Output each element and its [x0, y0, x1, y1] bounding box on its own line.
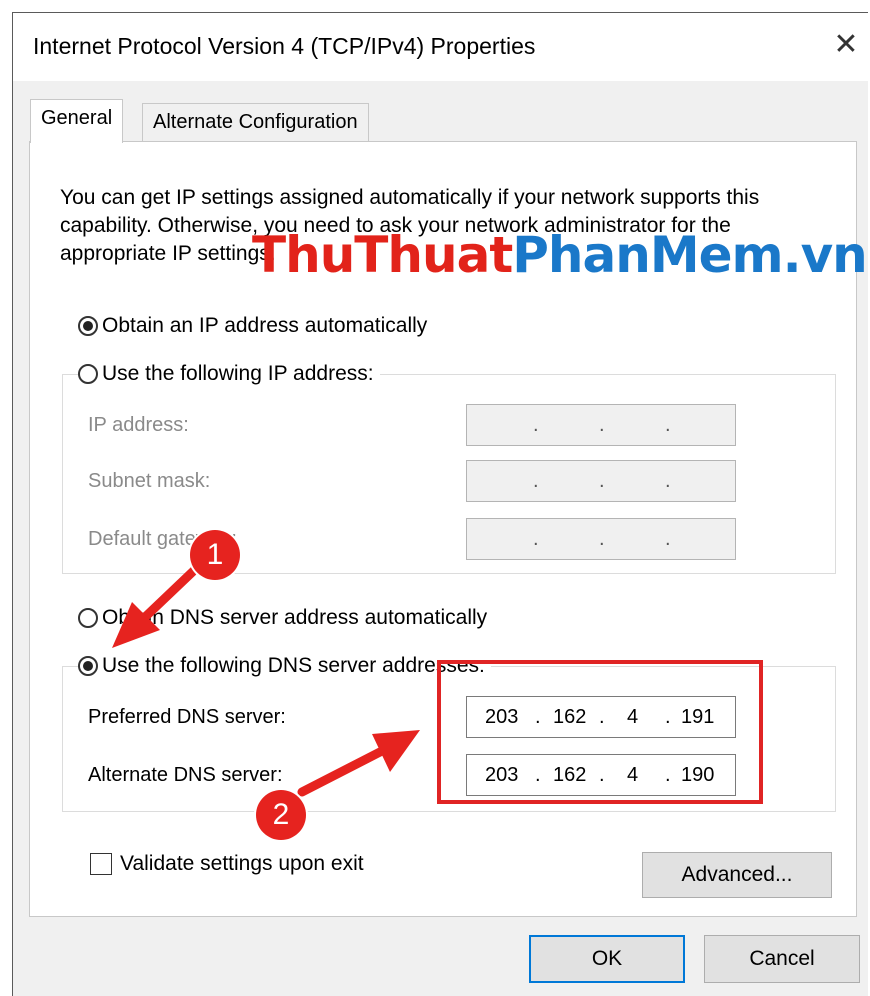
alternate-dns-label: Alternate DNS server:	[88, 764, 283, 786]
radio-unchecked-icon[interactable]	[78, 364, 98, 384]
watermark-logo: ThuThuatPhanMem.vn	[252, 226, 868, 284]
radio-checked-icon[interactable]	[78, 316, 98, 336]
radio-checked-icon[interactable]	[78, 656, 98, 676]
ip-address-label: IP address:	[88, 414, 189, 436]
tab-general[interactable]: General	[30, 99, 124, 143]
radio-use-dns[interactable]: Use the following DNS server addresses:	[78, 654, 491, 678]
radio-use-ip-label: Use the following IP address:	[102, 362, 374, 385]
ip-address-input[interactable]: ...	[466, 404, 736, 446]
ok-button[interactable]: OK	[529, 935, 685, 983]
radio-use-dns-label: Use the following DNS server addresses:	[102, 654, 485, 677]
default-gateway-input[interactable]: ...	[466, 518, 736, 560]
radio-unchecked-icon[interactable]	[78, 608, 98, 628]
radio-obtain-ip-label: Obtain an IP address automatically	[102, 314, 428, 337]
advanced-button[interactable]: Advanced...	[642, 852, 832, 898]
radio-use-ip[interactable]: Use the following IP address:	[78, 362, 380, 386]
close-icon[interactable]: ✕	[832, 30, 860, 60]
cancel-button[interactable]: Cancel	[704, 935, 860, 983]
annotation-badge-1: 1	[190, 530, 240, 580]
dns-highlight-box	[437, 660, 763, 804]
tab-alternate-configuration[interactable]: Alternate Configuration	[142, 103, 369, 141]
radio-obtain-dns-label: Obtain DNS server address automatically	[102, 606, 488, 629]
annotation-badge-2: 2	[256, 790, 306, 840]
title-bar: Internet Protocol Version 4 (TCP/IPv4) P…	[13, 13, 868, 81]
validate-checkbox[interactable]	[90, 853, 112, 875]
validate-label: Validate settings upon exit	[120, 852, 364, 875]
properties-dialog: Internet Protocol Version 4 (TCP/IPv4) P…	[12, 12, 868, 996]
preferred-dns-label: Preferred DNS server:	[88, 706, 286, 728]
subnet-mask-label: Subnet mask:	[88, 470, 211, 492]
validate-checkbox-row[interactable]: Validate settings upon exit	[90, 852, 370, 876]
subnet-mask-input[interactable]: ...	[466, 460, 736, 502]
window-title: Internet Protocol Version 4 (TCP/IPv4) P…	[33, 33, 536, 59]
radio-obtain-ip-auto[interactable]: Obtain an IP address automatically	[78, 314, 434, 338]
radio-obtain-dns-auto[interactable]: Obtain DNS server address automatically	[78, 606, 494, 630]
